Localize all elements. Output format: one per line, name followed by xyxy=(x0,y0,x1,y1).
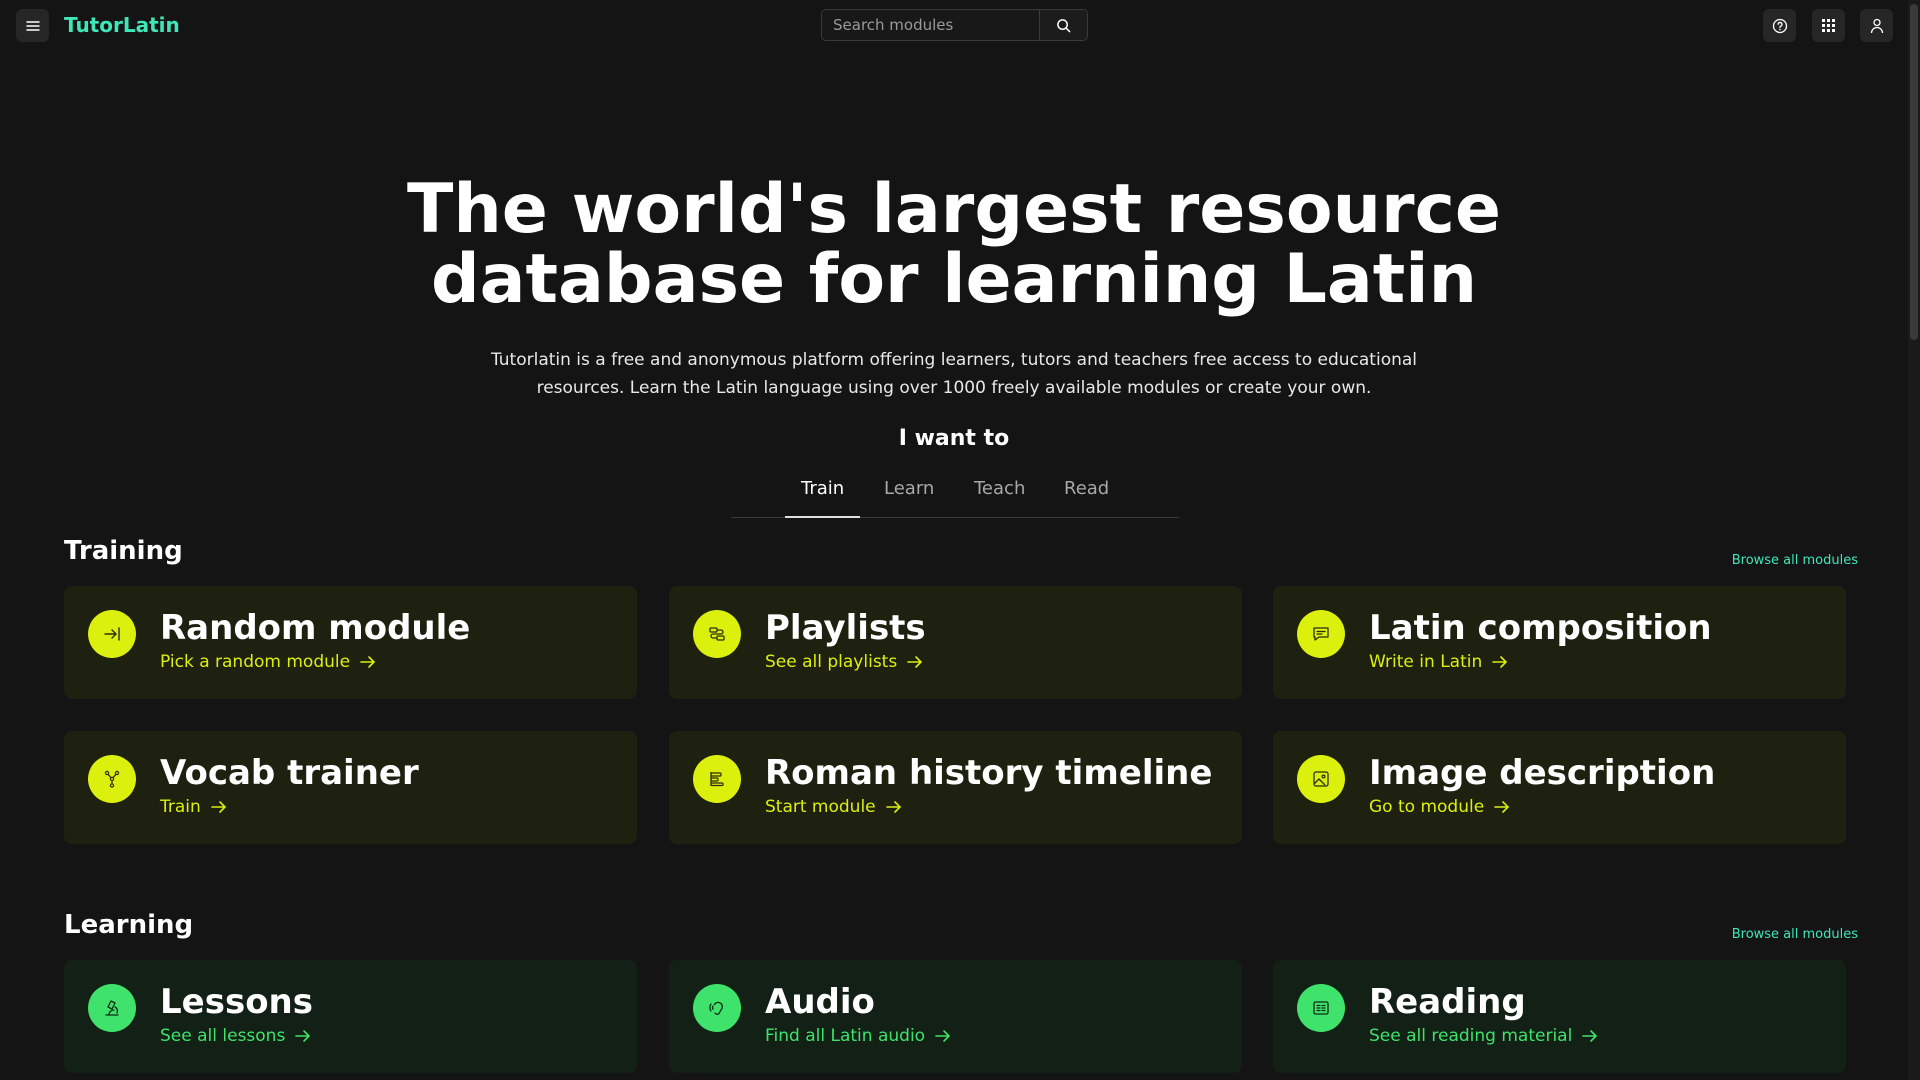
playlists-icon-bubble xyxy=(693,610,741,658)
search-icon xyxy=(1057,18,1071,32)
card-link[interactable]: See all playlists xyxy=(765,652,923,672)
help-icon xyxy=(1772,18,1787,33)
card-link-label: Find all Latin audio xyxy=(765,1026,926,1046)
card-title: Roman history timeline xyxy=(765,753,1213,793)
card-title: Audio xyxy=(765,982,875,1022)
search-bar xyxy=(821,9,1088,41)
random-module-icon-bubble xyxy=(88,610,136,658)
menu-button[interactable] xyxy=(16,9,49,42)
user-icon xyxy=(1870,18,1883,33)
latin-composition-icon-bubble xyxy=(1297,610,1345,658)
hero-title: The world's largest resource database fo… xyxy=(0,175,1908,315)
tab-teach[interactable]: Teach xyxy=(974,478,1025,499)
card-link-label: Go to module xyxy=(1369,797,1485,817)
card-title: Latin composition xyxy=(1369,608,1712,648)
mode-tabs: Train Learn Teach Read xyxy=(731,472,1179,518)
card-link[interactable]: See all reading material xyxy=(1369,1026,1598,1046)
hero-title-line-2: database for learning Latin xyxy=(430,240,1478,319)
newspaper-icon xyxy=(1313,1001,1329,1015)
card-link[interactable]: See all lessons xyxy=(160,1026,311,1046)
card-title: Playlists xyxy=(765,608,926,648)
arrow-right-icon xyxy=(1492,656,1508,668)
top-bar: TutorLatin xyxy=(0,0,1908,50)
arrow-right-icon xyxy=(1582,1030,1598,1042)
card-link[interactable]: Write in Latin xyxy=(1369,652,1508,672)
training-browse-all-link[interactable]: Browse all modules xyxy=(1732,553,1858,568)
hamburger-icon xyxy=(25,20,40,31)
reading-icon-bubble xyxy=(1297,984,1345,1032)
training-section-title: Training xyxy=(64,536,183,566)
hierarchy-icon xyxy=(104,770,120,788)
learning-browse-all-link[interactable]: Browse all modules xyxy=(1732,927,1858,942)
image-icon xyxy=(1313,771,1329,787)
vocab-trainer-icon-bubble xyxy=(88,755,136,803)
card-reading[interactable]: Reading See all reading material xyxy=(1273,960,1846,1073)
card-title: Reading xyxy=(1369,982,1526,1022)
card-title: Lessons xyxy=(160,982,313,1022)
card-roman-history-timeline[interactable]: Roman history timeline Start module xyxy=(669,731,1242,844)
roman-history-icon-bubble xyxy=(693,755,741,803)
card-link-label: Train xyxy=(160,797,201,817)
apps-button[interactable] xyxy=(1812,9,1845,42)
card-latin-composition[interactable]: Latin composition Write in Latin xyxy=(1273,586,1846,699)
search-input[interactable] xyxy=(822,10,1039,40)
hero-subtitle: Tutorlatin is a free and anonymous platf… xyxy=(480,346,1428,402)
tab-learn[interactable]: Learn xyxy=(884,478,934,499)
arrow-right-icon xyxy=(885,801,901,813)
microscope-icon xyxy=(105,1000,119,1016)
tab-read[interactable]: Read xyxy=(1064,478,1109,499)
arrow-right-icon xyxy=(907,656,923,668)
card-playlists[interactable]: Playlists See all playlists xyxy=(669,586,1242,699)
image-description-icon-bubble xyxy=(1297,755,1345,803)
arrow-right-icon xyxy=(1494,801,1510,813)
audio-icon-bubble xyxy=(693,984,741,1032)
card-link[interactable]: Find all Latin audio xyxy=(765,1026,951,1046)
card-link-label: Write in Latin xyxy=(1369,652,1483,672)
card-title: Vocab trainer xyxy=(160,753,419,793)
arrow-right-icon xyxy=(935,1030,951,1042)
scrollbar[interactable] xyxy=(1908,0,1920,1080)
card-link-label: See all reading material xyxy=(1369,1026,1573,1046)
card-link-label: Pick a random module xyxy=(160,652,351,672)
arrow-to-line-icon xyxy=(104,627,120,641)
learning-section-title: Learning xyxy=(64,910,194,940)
hero-subtitle-line-1: Tutorlatin is a free and anonymous platf… xyxy=(490,350,1418,370)
search-button[interactable] xyxy=(1039,10,1087,40)
card-image-description[interactable]: Image description Go to module xyxy=(1273,731,1846,844)
scrollbar-thumb[interactable] xyxy=(1910,4,1918,340)
brand-logo[interactable]: TutorLatin xyxy=(64,13,180,37)
tab-train[interactable]: Train xyxy=(801,478,844,499)
arrow-right-icon xyxy=(295,1030,311,1042)
card-link[interactable]: Start module xyxy=(765,797,902,817)
card-random-module[interactable]: Random module Pick a random module xyxy=(64,586,637,699)
active-tab-indicator xyxy=(785,516,860,518)
card-vocab-trainer[interactable]: Vocab trainer Train xyxy=(64,731,637,844)
card-lessons[interactable]: Lessons See all lessons xyxy=(64,960,637,1073)
card-link[interactable]: Train xyxy=(160,797,227,817)
card-link-label: See all playlists xyxy=(765,652,898,672)
lessons-icon-bubble xyxy=(88,984,136,1032)
card-title: Random module xyxy=(160,608,471,648)
i-want-to-label: I want to xyxy=(898,426,1010,451)
chat-message-icon xyxy=(1313,627,1329,641)
arrow-right-icon xyxy=(210,801,226,813)
card-title: Image description xyxy=(1369,753,1716,793)
playlist-route-icon xyxy=(709,627,725,641)
account-button[interactable] xyxy=(1860,9,1893,42)
hero-title-line-1: The world's largest resource xyxy=(406,170,1501,249)
help-button[interactable] xyxy=(1763,9,1796,42)
hero-subtitle-line-2: resources. Learn the Latin language usin… xyxy=(536,378,1372,398)
timeline-icon xyxy=(710,772,724,787)
card-audio[interactable]: Audio Find all Latin audio xyxy=(669,960,1242,1073)
card-link-label: See all lessons xyxy=(160,1026,286,1046)
card-link[interactable]: Pick a random module xyxy=(160,652,376,672)
ear-icon xyxy=(709,1001,723,1015)
card-link[interactable]: Go to module xyxy=(1369,797,1510,817)
apps-grid-icon xyxy=(1822,19,1835,32)
arrow-right-icon xyxy=(360,656,376,668)
card-link-label: Start module xyxy=(765,797,876,817)
